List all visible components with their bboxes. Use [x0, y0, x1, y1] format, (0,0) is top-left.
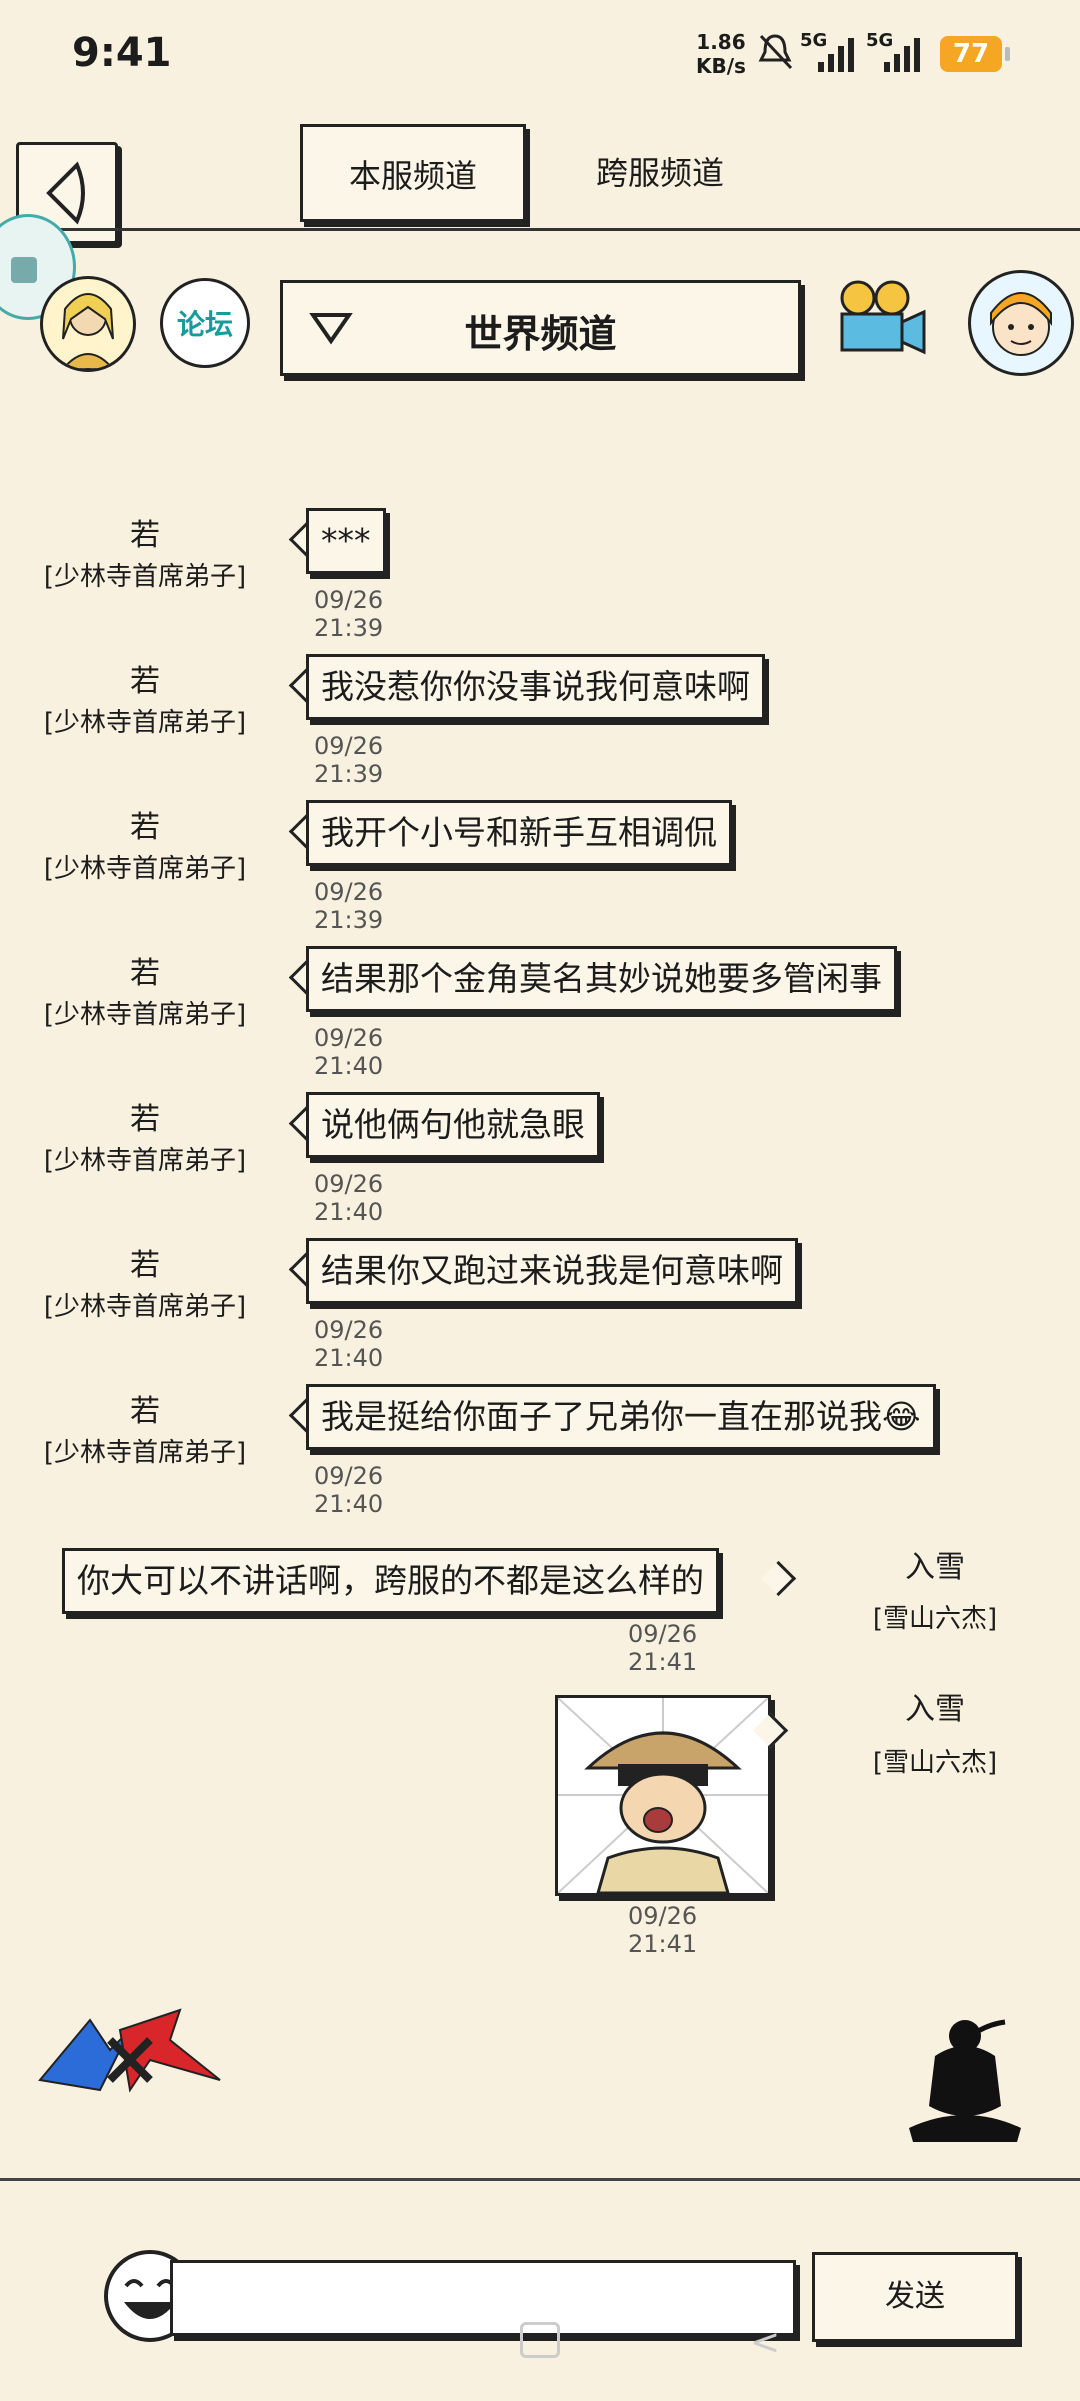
message-time: 09/26 21:39 — [314, 878, 384, 934]
sender-title: [雪山六杰] — [872, 1748, 998, 1778]
battery-indicator: 77 — [940, 36, 1010, 72]
message-bubble[interactable]: 我是挺给你面子了兄弟你一直在那说我😂 — [306, 1384, 936, 1450]
camera-icon[interactable] — [828, 276, 928, 366]
message-time: 09/26 21:40 — [314, 1462, 384, 1518]
sender-title: [少林寺首席弟子] — [43, 1000, 247, 1030]
sender-name[interactable]: 若 — [20, 802, 270, 846]
sender-name[interactable]: 若 — [20, 1386, 270, 1430]
sender-title: [少林寺首席弟子] — [43, 708, 247, 738]
tab-local[interactable]: 本服频道 — [300, 124, 526, 222]
message-time: 09/26 21:41 — [628, 1620, 698, 1676]
send-button[interactable]: 发送 — [812, 2252, 1018, 2342]
home-nav-icon[interactable] — [520, 2322, 560, 2358]
signal-bars-icon — [884, 38, 920, 72]
user-avatar[interactable] — [40, 276, 136, 372]
message-time: 09/26 21:39 — [314, 586, 384, 642]
sender-name[interactable]: 入雪 — [810, 1684, 1060, 1728]
bubble-tail — [760, 1560, 797, 1597]
message-time: 09/26 21:40 — [314, 1024, 384, 1080]
message-time: 09/26 21:40 — [314, 1316, 384, 1372]
avatar-portrait-icon — [61, 293, 115, 369]
sticker-image[interactable] — [555, 1695, 771, 1896]
meditating-figure-icon[interactable] — [905, 2016, 1025, 2146]
sender-name[interactable]: 入雪 — [810, 1542, 1060, 1586]
forum-label: 论坛 — [176, 308, 233, 341]
back-nav-icon[interactable]: < — [750, 2322, 780, 2363]
bottom-divider — [0, 2178, 1080, 2181]
header-divider — [0, 228, 1080, 231]
message-bubble[interactable]: 我开个小号和新手互相调侃 — [306, 800, 732, 866]
sender-name[interactable]: 若 — [20, 656, 270, 700]
message-time: 09/26 21:40 — [314, 1170, 384, 1226]
mute-bell-icon — [758, 34, 793, 70]
masked-bandit-sticker-icon — [558, 1698, 768, 1893]
speed-value: 1.86 — [696, 30, 746, 54]
message-bubble[interactable]: 结果你又跑过来说我是何意味啊 — [306, 1238, 798, 1304]
floating-widget-icon — [11, 257, 37, 283]
tab-cross[interactable]: 跨服频道 — [560, 148, 760, 194]
pvp-emblem-icon[interactable] — [30, 2000, 230, 2100]
sender-title: [少林寺首席弟子] — [43, 562, 247, 592]
message-bubble[interactable]: 结果那个金角莫名其妙说她要多管闲事 — [306, 946, 897, 1012]
message-bubble[interactable]: *** — [306, 508, 386, 574]
speed-unit: KB/s — [696, 54, 746, 78]
status-bar: 9:41 1.86 KB/s 5G 5G 77 — [0, 0, 1080, 110]
channel-selector[interactable]: 世界频道 — [280, 280, 801, 376]
clock: 9:41 — [72, 30, 172, 76]
forum-button[interactable]: 论坛 — [160, 278, 250, 368]
sender-title: [雪山六杰] — [872, 1604, 998, 1634]
message-time: 09/26 21:41 — [628, 1902, 698, 1958]
sender-name[interactable]: 若 — [20, 948, 270, 992]
message-bubble[interactable]: 我没惹你你没事说我何意味啊 — [306, 654, 765, 720]
signal-bars-icon — [818, 38, 854, 72]
channel-label: 世界频道 — [464, 312, 617, 356]
sender-title: [少林寺首席弟子] — [43, 1292, 247, 1322]
customer-service-avatar[interactable] — [968, 270, 1074, 376]
sender-name[interactable]: 若 — [20, 1240, 270, 1284]
sender-name[interactable]: 若 — [20, 1094, 270, 1138]
message-input[interactable] — [170, 2260, 796, 2336]
sender-title: [少林寺首席弟子] — [43, 1438, 247, 1468]
message-bubble[interactable]: 你大可以不讲话啊，跨服的不都是这么样的 — [62, 1548, 719, 1614]
network-speed: 1.86 KB/s — [696, 30, 746, 78]
sender-title: [少林寺首席弟子] — [43, 1146, 247, 1176]
tab-local-label: 本服频道 — [348, 157, 477, 195]
sender-name[interactable]: 若 — [20, 510, 270, 554]
message-time: 09/26 21:39 — [314, 732, 384, 788]
service-girl-icon — [990, 292, 1052, 356]
message-bubble[interactable]: 说他俩句他就急眼 — [306, 1092, 600, 1158]
sender-title: [少林寺首席弟子] — [43, 854, 247, 884]
